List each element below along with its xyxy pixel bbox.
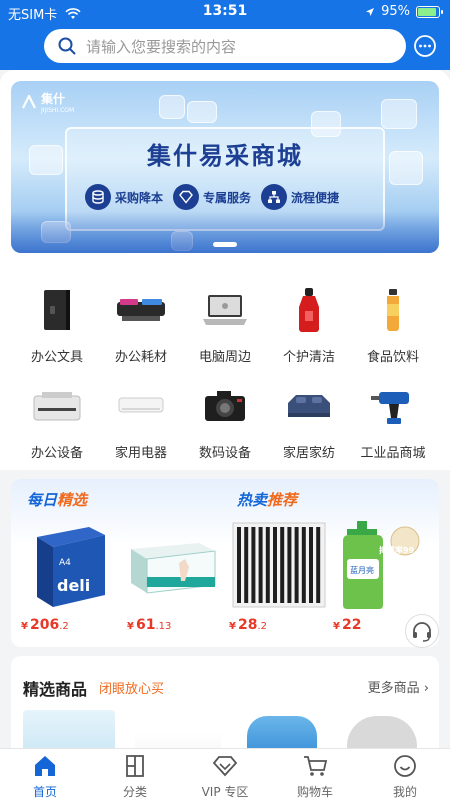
logo-icon <box>22 95 36 109</box>
featured-subtitle: 闭眼放心买 <box>99 682 165 697</box>
tab-cart[interactable]: 购物车 <box>270 752 360 800</box>
battery-icon <box>416 5 443 18</box>
printer-icon <box>33 392 81 421</box>
hand-wash-icon: 蓝月亮抑菌率99.9% <box>343 521 431 609</box>
laptop-icon <box>203 295 247 325</box>
battery-fill <box>418 7 436 16</box>
status-right: 95% <box>365 4 443 19</box>
category-office-stationery[interactable]: 办公文具 <box>12 282 102 372</box>
product-pens[interactable] <box>229 519 329 611</box>
tab-mine[interactable]: 我的 <box>360 752 450 800</box>
message-icon[interactable] <box>413 34 437 58</box>
feature-process: 流程便捷 <box>261 184 339 210</box>
category-office-supplies[interactable]: 办公耗材 <box>96 282 186 372</box>
svg-text:抑菌率99.9%: 抑菌率99.9% <box>379 545 427 555</box>
bottle-icon <box>299 288 319 332</box>
vip-diamond-icon <box>212 756 238 777</box>
category-food-drink[interactable]: 食品饮料 <box>348 282 438 372</box>
tab-category[interactable]: 分类 <box>90 752 180 800</box>
svg-text:A4: A4 <box>59 558 71 568</box>
bed-icon <box>288 395 330 417</box>
glove-box-icon <box>131 543 216 594</box>
featured-title: 精选商品 <box>23 680 88 699</box>
product-hand-wash[interactable]: 蓝月亮 抑菌率99.9% <box>327 519 431 611</box>
product-a4-paper[interactable]: deli A4 <box>17 519 117 611</box>
price-pens: ¥28.2 <box>229 617 267 633</box>
price-a4-paper: ¥206.2 <box>21 617 69 633</box>
bottom-tab-bar: 首页 分类 VIP 专区 购物车 我的 <box>0 748 450 800</box>
camera-icon <box>205 391 245 421</box>
category-personal-care[interactable]: 个护清洁 <box>264 282 354 372</box>
category-home-appliances[interactable]: 家用电器 <box>96 378 186 468</box>
brand-logo: 集什 JIJISHI.COM <box>21 90 74 114</box>
more-products-link[interactable]: 更多商品 › <box>368 677 429 696</box>
flow-icon <box>261 184 288 210</box>
hot-sale-title[interactable]: 热卖推荐 <box>237 489 297 510</box>
price-hand-wash: ¥22 <box>333 617 362 633</box>
tab-home[interactable]: 首页 <box>0 752 90 800</box>
header: 无SIM卡 13:51 95% 请输入您要搜索的内容 <box>0 0 450 70</box>
svg-text:蓝月亮: 蓝月亮 <box>350 565 374 575</box>
battery-percent: 95% <box>381 4 410 19</box>
feature-service: 专属服务 <box>173 184 251 210</box>
home-icon <box>35 756 55 776</box>
search-icon <box>58 37 76 55</box>
product-gloves[interactable] <box>123 519 223 611</box>
category-computer-accessories[interactable]: 电脑周边 <box>180 282 270 372</box>
promo-picks: 每日精选 热卖推荐 deli A4 蓝月亮 抑菌率99.9% ¥206.2 ¥61.… <box>11 479 439 647</box>
featured-section: 精选商品 闭眼放心买 更多商品 › <box>11 656 439 756</box>
status-bar: 无SIM卡 13:51 95% <box>0 0 450 24</box>
category-digital-devices[interactable]: 数码设备 <box>180 378 270 468</box>
promo-banner[interactable]: 集什 JIJISHI.COM 集什易采商城 采购降本 专属服务 流程便捷 <box>11 81 439 253</box>
search-placeholder: 请输入您要搜索的内容 <box>86 37 237 56</box>
category-home-textiles[interactable]: 家居家纺 <box>264 378 354 468</box>
chevron-right-icon: › <box>423 681 429 696</box>
pen-pack-icon <box>232 522 326 608</box>
price-gloves: ¥61.13 <box>127 617 172 633</box>
folder-icon <box>44 290 70 330</box>
category-grid: 办公文具 办公耗材 电脑周边 个护清洁 食品饮料 办公设备 家用电器 数码设备 … <box>0 266 450 470</box>
air-conditioner-icon <box>118 397 164 413</box>
category-office-equipment[interactable]: 办公设备 <box>12 378 102 468</box>
customer-service-button[interactable] <box>405 614 439 648</box>
svg-text:deli: deli <box>57 576 90 595</box>
banner-section: 集什 JIJISHI.COM 集什易采商城 采购降本 专属服务 流程便捷 <box>0 70 450 266</box>
drill-icon <box>371 392 409 424</box>
headset-icon <box>413 622 431 642</box>
cart-icon <box>304 756 328 776</box>
location-arrow-icon <box>366 7 375 16</box>
smile-icon <box>394 755 416 777</box>
banner-title: 集什易采商城 <box>147 142 303 170</box>
feature-cost: 采购降本 <box>85 184 163 210</box>
category-industrial-mall[interactable]: 工业品商城 <box>348 378 438 468</box>
toner-icon <box>117 299 165 321</box>
banner-features: 采购降本 专属服务 流程便捷 <box>85 184 339 210</box>
tab-vip[interactable]: VIP 专区 <box>180 752 270 800</box>
database-icon <box>85 184 111 210</box>
search-bar[interactable]: 请输入您要搜索的内容 <box>44 29 406 63</box>
drink-icon <box>387 289 399 331</box>
paper-box-icon: deli A4 <box>37 527 105 607</box>
daily-picks-title[interactable]: 每日精选 <box>27 489 87 510</box>
diamond-icon <box>173 184 200 210</box>
carousel-indicator <box>213 242 237 247</box>
category-icon <box>126 755 144 777</box>
